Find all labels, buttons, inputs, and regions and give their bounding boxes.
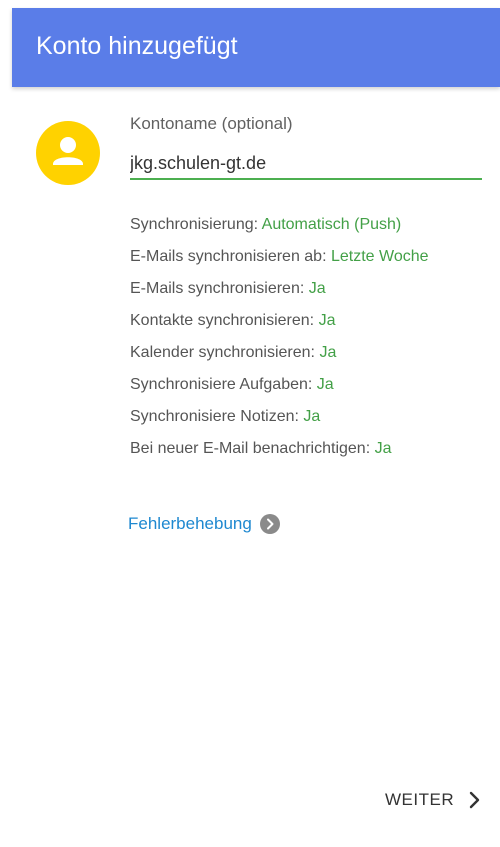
setting-label: Synchronisiere Aufgaben:	[130, 376, 313, 393]
page-title: Konto hinzugefügt	[36, 32, 238, 60]
setting-row: E-Mails synchronisieren ab: Letzte Woche	[130, 247, 475, 266]
troubleshoot-link[interactable]: Fehlerbehebung	[128, 514, 280, 534]
setting-row: Bei neuer E-Mail benachrichtigen: Ja	[130, 439, 475, 458]
app-bar: Konto hinzugefügt	[12, 8, 500, 87]
chevron-right-icon	[469, 791, 480, 809]
setting-label: E-Mails synchronisieren ab:	[130, 248, 327, 265]
account-name-label: Kontoname (optional)	[130, 114, 293, 133]
setting-row: Synchronisiere Notizen: Ja	[130, 407, 475, 426]
setting-value: Ja	[308, 280, 326, 297]
setting-value: Automatisch (Push)	[261, 216, 402, 233]
account-avatar	[36, 121, 100, 185]
setting-row: Synchronisiere Aufgaben: Ja	[130, 375, 475, 394]
status-bar-strip	[0, 0, 500, 8]
setting-row: E-Mails synchronisieren: Ja	[130, 279, 475, 298]
setting-value: Ja	[318, 312, 336, 329]
setting-row: Synchronisierung: Automatisch (Push)	[130, 215, 475, 234]
setting-label: Synchronisierung:	[130, 216, 259, 233]
setting-row: Kontakte synchronisieren: Ja	[130, 311, 475, 330]
setting-value: Ja	[374, 440, 392, 457]
setting-value: Letzte Woche	[330, 248, 429, 265]
setting-value: Ja	[303, 408, 321, 425]
setting-label: Synchronisiere Notizen:	[130, 408, 299, 425]
sync-settings-list: Synchronisierung: Automatisch (Push) E-Ma…	[130, 215, 475, 471]
account-name-input[interactable]	[130, 148, 482, 180]
person-icon	[53, 137, 83, 165]
next-button-label: WEITER	[385, 790, 455, 809]
setting-label: Kontakte synchronisieren:	[130, 312, 315, 329]
chevron-right-circle-icon	[259, 514, 280, 534]
setting-label: Kalender synchronisieren:	[130, 344, 315, 361]
troubleshoot-label: Fehlerbehebung	[128, 514, 252, 533]
setting-label: Bei neuer E-Mail benachrichtigen:	[130, 440, 371, 457]
next-button[interactable]: WEITER	[385, 790, 482, 810]
setting-label: E-Mails synchronisieren:	[130, 280, 305, 297]
setting-row: Kalender synchronisieren: Ja	[130, 343, 475, 362]
setting-value: Ja	[316, 376, 334, 393]
setting-value: Ja	[319, 344, 337, 361]
